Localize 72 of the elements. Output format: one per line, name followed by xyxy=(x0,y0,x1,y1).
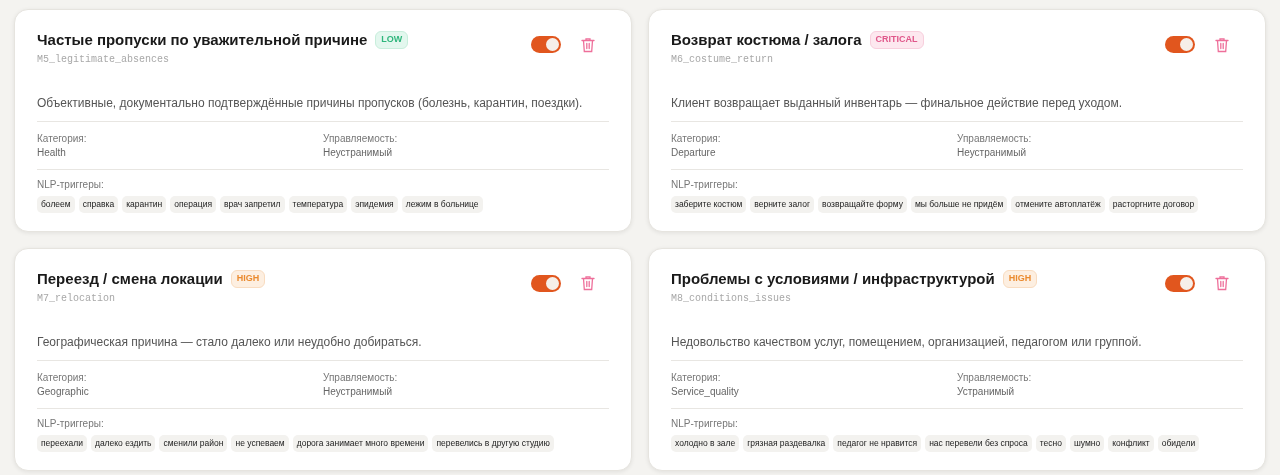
field-label: Управляемость: xyxy=(323,370,399,385)
trigger-tag: справка xyxy=(78,196,119,213)
rule-code: M5_legitimate_absences xyxy=(37,53,171,67)
toggle-switch[interactable] xyxy=(531,36,561,53)
trigger-tag: шумно xyxy=(1069,434,1105,452)
card-title: Возврат костюма / залога xyxy=(671,30,862,50)
field-value: Geographic xyxy=(37,384,90,399)
trigger-tag: болеем xyxy=(37,196,75,213)
trigger-tag: операция xyxy=(170,196,216,213)
card-title: Проблемы с условиями / инфраструктурой xyxy=(671,268,995,289)
trigger-tag: не успеваем xyxy=(231,434,289,452)
trigger-tag: эпидемия xyxy=(351,196,398,213)
trigger-tag: верните залог xyxy=(750,196,814,213)
field-value: Departure xyxy=(671,146,717,160)
trash-icon[interactable] xyxy=(581,275,595,292)
card-title: Частые пропуски по уважительной причине xyxy=(37,30,368,50)
trash-icon[interactable] xyxy=(581,36,595,53)
rule-code: M7_relocation xyxy=(37,291,116,306)
trash-icon[interactable] xyxy=(1215,36,1229,53)
trigger-tag: врач запретил xyxy=(220,196,285,213)
trigger-tag: тесно xyxy=(1035,434,1066,452)
field-label: NLP-триггеры: xyxy=(37,178,105,192)
trigger-tag: конфликт xyxy=(1108,434,1154,452)
trigger-tag: перевелись в другую студию xyxy=(432,434,554,452)
trigger-tag: отмените автоплатёж xyxy=(1011,196,1105,213)
field-label: Управляемость: xyxy=(323,132,399,146)
severity-badge: LOW xyxy=(375,31,409,49)
trigger-tag: температура xyxy=(288,196,348,213)
severity-badge: CRITICAL xyxy=(869,31,924,49)
trigger-tag: расторгните договор xyxy=(1108,196,1199,213)
field-value: Service_quality xyxy=(671,384,740,399)
field-label: Категория: xyxy=(37,132,88,146)
trigger-tag: переехали xyxy=(37,434,87,452)
description: Недовольство качеством услуг, помещением, организацией, педагогом или группой. xyxy=(671,333,1143,350)
field-label: NLP-триггеры: xyxy=(671,416,739,431)
trigger-tag: дорога занимает много времени xyxy=(292,434,429,452)
trigger-tag: обидели xyxy=(1157,434,1200,452)
trigger-tag: лежим в больнице xyxy=(401,196,483,213)
field-label: Категория: xyxy=(37,370,88,385)
description: Объективные, документально подтверждённые причины пропусков (болезнь, карантин, поездки). xyxy=(37,95,584,111)
trigger-tag: возвращайте форму xyxy=(818,196,907,213)
trigger-tag: холодно в зале xyxy=(671,434,740,452)
trigger-tag: мы больше не придём xyxy=(910,196,1008,213)
description: Клиент возвращает выданный инвентарь — финальное действие перед уходом. xyxy=(671,95,1124,111)
field-value: Неустранимый xyxy=(957,146,1028,160)
toggle-switch[interactable] xyxy=(1165,36,1195,53)
field-label: Управляемость: xyxy=(957,370,1033,385)
rule-code: M8_conditions_issues xyxy=(671,291,793,306)
trigger-tag: далеко ездить xyxy=(90,434,156,452)
toggle-switch[interactable] xyxy=(1165,274,1195,292)
rule-code: M6_costume_return xyxy=(671,53,775,67)
description: Географическая причина — стало далеко или неудобно добираться. xyxy=(37,333,423,350)
field-value: Устранимый xyxy=(957,384,1016,399)
severity-badge: HIGH xyxy=(1002,270,1038,288)
trigger-tag: грязная раздевалка xyxy=(743,434,830,452)
trigger-tag: карантин xyxy=(122,196,167,213)
trigger-tag: педагог не нравится xyxy=(833,434,922,452)
field-value: Неустранимый xyxy=(323,384,394,399)
field-label: NLP-триггеры: xyxy=(37,416,105,431)
field-value: Неустранимый xyxy=(323,146,394,160)
trigger-tag: сменили район xyxy=(159,434,228,452)
trigger-tag: нас перевели без спроса xyxy=(925,434,1032,452)
card-title: Переезд / смена локации xyxy=(37,268,223,289)
field-label: Категория: xyxy=(671,132,722,146)
field-value: Health xyxy=(37,146,67,160)
field-label: NLP-триггеры: xyxy=(671,178,739,192)
toggle-switch[interactable] xyxy=(531,274,561,292)
field-label: Категория: xyxy=(671,370,722,385)
field-label: Управляемость: xyxy=(957,132,1033,146)
trigger-tag: заберите костюм xyxy=(671,196,747,213)
trash-icon[interactable] xyxy=(1215,275,1229,292)
severity-badge: HIGH xyxy=(230,270,266,288)
